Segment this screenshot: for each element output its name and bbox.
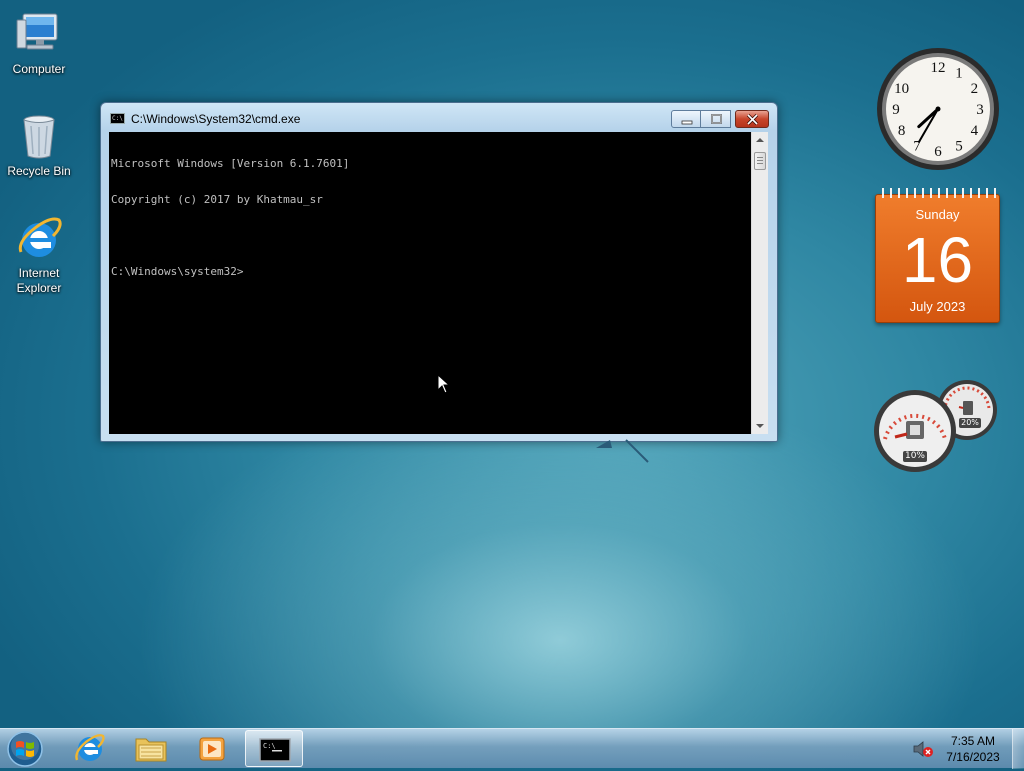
calendar-page: Sunday 16 July 2023 xyxy=(875,194,1000,323)
vertical-scrollbar[interactable] xyxy=(751,132,768,434)
desktop-icon-recycle-bin[interactable]: Recycle Bin xyxy=(2,112,76,179)
clock-numeral: 1 xyxy=(955,66,963,82)
folder-icon xyxy=(135,738,167,762)
clock-numeral: 6 xyxy=(934,144,942,160)
console-output[interactable]: Microsoft Windows [Version 6.1.7601] Cop… xyxy=(109,132,751,434)
recycle-bin-icon xyxy=(15,112,63,160)
cpu-meter-gadget[interactable]: 10% 20% xyxy=(873,377,1003,473)
taskbar-internet-explorer[interactable] xyxy=(61,730,119,767)
console-prompt: C:\Windows\system32> xyxy=(111,265,244,278)
scroll-down-arrow-icon[interactable] xyxy=(756,424,764,428)
cpu-usage-label: 10% xyxy=(903,451,927,462)
muted-speaker-icon[interactable] xyxy=(912,740,934,758)
calendar-weekday: Sunday xyxy=(915,207,960,222)
close-button[interactable] xyxy=(735,110,769,128)
window-titlebar[interactable]: C:\ C:\Windows\System32\cmd.exe xyxy=(101,103,777,133)
cmd-icon: C:\ xyxy=(259,738,291,762)
scroll-thumb[interactable] xyxy=(754,152,766,170)
clock-numeral: 4 xyxy=(971,123,979,139)
clock-numeral: 2 xyxy=(971,81,979,97)
svg-text:C:\: C:\ xyxy=(263,742,276,750)
desktop-icon-label: Computer xyxy=(12,62,66,76)
close-icon xyxy=(746,113,759,126)
minimize-button[interactable] xyxy=(671,110,701,128)
clock-numeral: 10 xyxy=(894,81,909,97)
windows-start-icon xyxy=(7,731,43,767)
mouse-cursor-icon xyxy=(437,374,451,394)
clock-numeral: 9 xyxy=(892,102,900,118)
calendar-day: 16 xyxy=(901,224,974,296)
internet-explorer-icon xyxy=(15,214,63,262)
system-clock[interactable]: 7:35 AM 7/16/2023 xyxy=(940,733,1006,765)
clock-numeral: 12 xyxy=(931,60,946,76)
minimize-icon xyxy=(681,120,693,125)
console-line: Copyright (c) 2017 by Khatmau_sr xyxy=(111,193,323,206)
computer-icon xyxy=(15,10,63,58)
clock-face: 12 12345678910 xyxy=(877,48,999,170)
clock-numeral: 8 xyxy=(898,123,906,139)
clock-numeral: 5 xyxy=(955,138,963,154)
show-desktop-button[interactable] xyxy=(1012,729,1024,769)
console-line: Microsoft Windows [Version 6.1.7601] xyxy=(111,157,350,170)
desktop-icon-computer[interactable]: Computer xyxy=(2,10,76,77)
window-title: C:\Windows\System32\cmd.exe xyxy=(131,112,301,126)
taskbar-media-player[interactable] xyxy=(183,730,241,767)
clock-numeral: 3 xyxy=(976,102,984,118)
calendar-binding-rings xyxy=(879,188,996,198)
tray-time: 7:35 AM xyxy=(950,734,996,748)
desktop-icon-label: Recycle Bin xyxy=(7,164,71,178)
maximize-button[interactable] xyxy=(701,110,731,128)
tray-date: 7/16/2023 xyxy=(946,750,1000,764)
clock-gadget[interactable]: 12 1 2 3 4 5 6 7 8 9 10 xyxy=(876,47,1000,171)
desktop-icon-label: Internet Explorer xyxy=(16,266,62,295)
taskbar: C:\ 7:35 AM 7/16/2023 xyxy=(0,728,1024,769)
wallpaper-logo-fragment xyxy=(596,439,649,463)
maximize-icon xyxy=(711,114,722,124)
taskbar-cmd[interactable]: C:\ xyxy=(245,730,303,767)
calendar-month-year: July 2023 xyxy=(909,299,966,314)
memory-usage-label: 20% xyxy=(959,418,981,428)
taskbar-windows-explorer[interactable] xyxy=(122,730,180,767)
start-button[interactable] xyxy=(5,730,45,768)
calendar-gadget[interactable]: Sunday 16 July 2023 xyxy=(875,188,1000,323)
meter-dials xyxy=(874,380,997,472)
cmd-icon: C:\ xyxy=(110,113,125,124)
internet-explorer-icon xyxy=(75,734,105,761)
desktop-icon-internet-explorer[interactable]: Internet Explorer xyxy=(2,214,76,296)
media-player-icon xyxy=(199,737,225,761)
scroll-up-arrow-icon[interactable] xyxy=(756,138,764,142)
